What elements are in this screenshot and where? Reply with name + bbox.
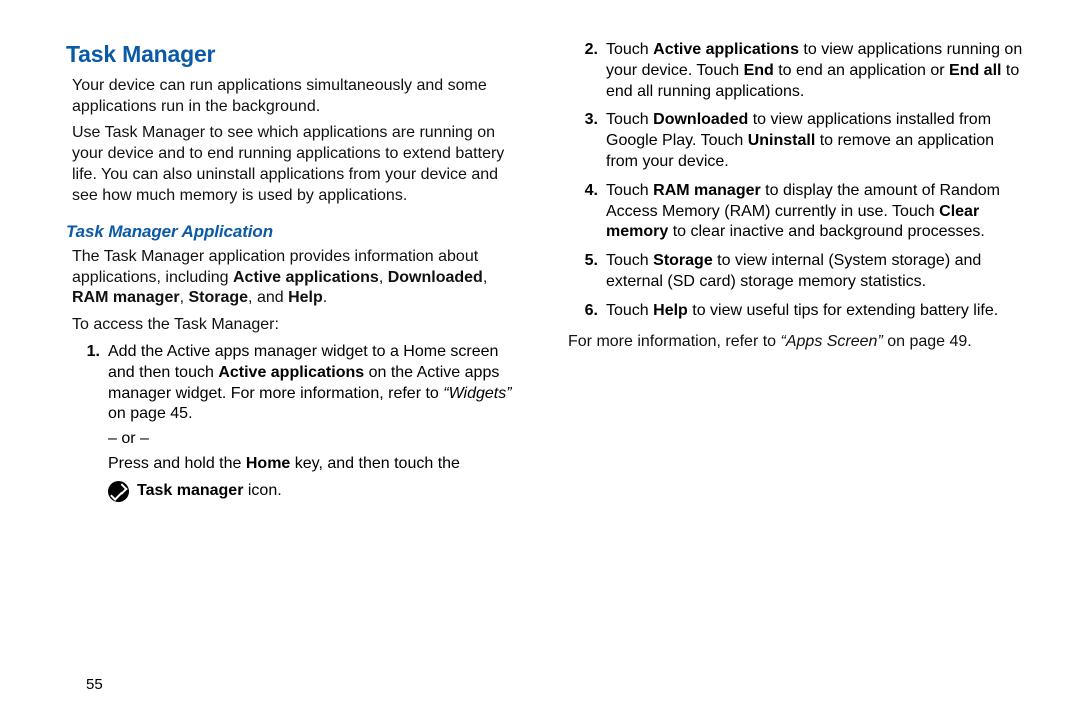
step-text: Touch RAM manager to display the amount …: [606, 181, 1026, 243]
step-1: 1. Add the Active apps manager widget to…: [66, 342, 524, 502]
page-number: 55: [86, 675, 103, 695]
left-column: Task Manager Your device can run applica…: [66, 40, 524, 510]
manual-page: Task Manager Your device can run applica…: [0, 0, 1080, 510]
task-manager-icon-line: Task manager icon.: [108, 481, 524, 502]
step-number: 5.: [568, 251, 606, 293]
intro-paragraph-1: Your device can run applications simulta…: [66, 76, 524, 118]
step-number: 2.: [568, 40, 606, 102]
step-number: 4.: [568, 181, 606, 243]
step-text: Touch Active applications to view applic…: [606, 40, 1026, 102]
step: 3.Touch Downloaded to view applications …: [568, 110, 1026, 172]
step: 2.Touch Active applications to view appl…: [568, 40, 1026, 102]
steps-list-left: 1. Add the Active apps manager widget to…: [66, 342, 524, 502]
right-column: 2.Touch Active applications to view appl…: [568, 40, 1026, 510]
task-manager-icon: [108, 481, 129, 502]
step-text: Add the Active apps manager widget to a …: [108, 342, 524, 502]
footer-reference: For more information, refer to “Apps Scr…: [568, 332, 1026, 353]
step-number: 1.: [66, 342, 108, 502]
access-line: To access the Task Manager:: [66, 315, 524, 336]
subsection-title: Task Manager Application: [66, 221, 524, 243]
subsection-intro: The Task Manager application provides in…: [66, 247, 524, 309]
task-manager-icon-label: Task manager icon.: [137, 481, 282, 502]
step: 6.Touch Help to view useful tips for ext…: [568, 301, 1026, 322]
intro-paragraph-2: Use Task Manager to see which applicatio…: [66, 123, 524, 206]
steps-list-right: 2.Touch Active applications to view appl…: [568, 40, 1026, 322]
step-number: 3.: [568, 110, 606, 172]
step: 5.Touch Storage to view internal (System…: [568, 251, 1026, 293]
step-text: Touch Downloaded to view applications in…: [606, 110, 1026, 172]
step-text: Touch Storage to view internal (System s…: [606, 251, 1026, 293]
step: 4.Touch RAM manager to display the amoun…: [568, 181, 1026, 243]
section-title: Task Manager: [66, 40, 524, 70]
step-1-press: Press and hold the Home key, and then to…: [108, 455, 460, 472]
or-separator: – or –: [108, 425, 524, 454]
step-number: 6.: [568, 301, 606, 322]
step-text: Touch Help to view useful tips for exten…: [606, 301, 1026, 322]
step-1-main: Add the Active apps manager widget to a …: [108, 343, 512, 422]
